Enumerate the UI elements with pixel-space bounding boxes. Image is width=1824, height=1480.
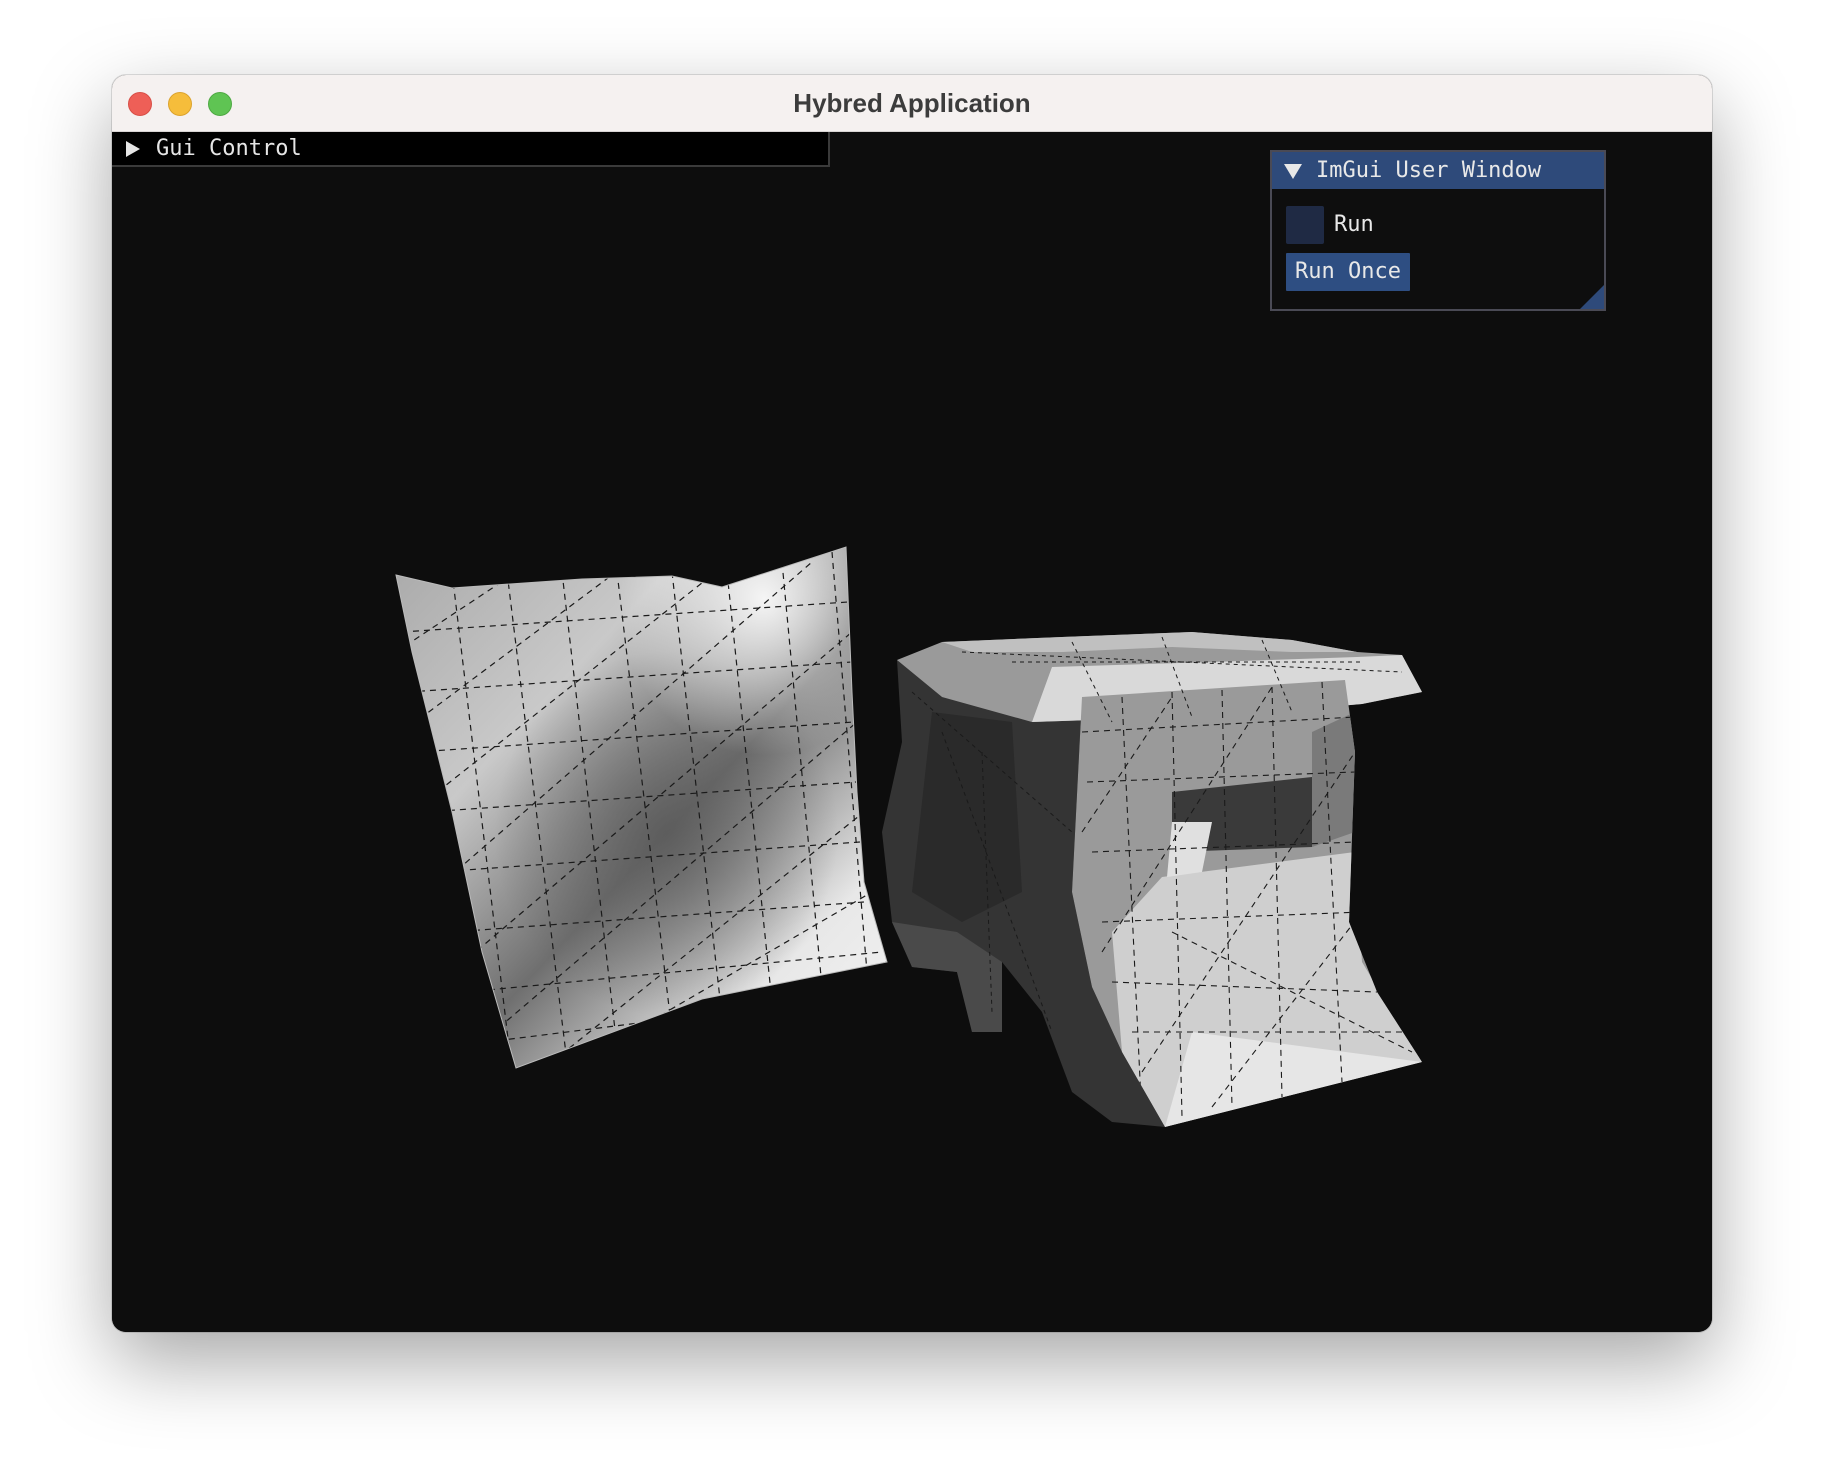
expand-arrow-icon[interactable] xyxy=(126,141,140,157)
run-checkbox-label[interactable]: Run xyxy=(1334,206,1374,244)
imgui-window-header[interactable]: ImGui User Window xyxy=(1272,152,1604,189)
deformed-box-mesh xyxy=(882,632,1422,1127)
maximize-window-button[interactable] xyxy=(208,92,232,116)
collapse-arrow-icon[interactable] xyxy=(1284,164,1302,179)
app-window: Hybred Application Gui Control ImGui Use… xyxy=(112,75,1712,1332)
3d-viewport[interactable]: Gui Control ImGui User Window Run Run On… xyxy=(112,132,1712,1332)
gui-control-panel[interactable]: Gui Control xyxy=(112,132,830,167)
imgui-window-title: ImGui User Window xyxy=(1316,158,1542,183)
cloth-mesh xyxy=(395,546,888,1069)
close-window-button[interactable] xyxy=(128,92,152,116)
run-once-button[interactable]: Run Once xyxy=(1286,253,1410,291)
title-bar[interactable]: Hybred Application xyxy=(112,75,1712,132)
minimize-window-button[interactable] xyxy=(168,92,192,116)
imgui-user-window[interactable]: ImGui User Window Run Run Once xyxy=(1270,150,1606,311)
scene-canvas[interactable] xyxy=(112,132,1712,1332)
window-title: Hybred Application xyxy=(793,88,1031,118)
gui-control-title[interactable]: Gui Control xyxy=(156,132,302,166)
run-checkbox[interactable] xyxy=(1286,206,1324,244)
resize-grip-icon[interactable] xyxy=(1580,285,1604,309)
